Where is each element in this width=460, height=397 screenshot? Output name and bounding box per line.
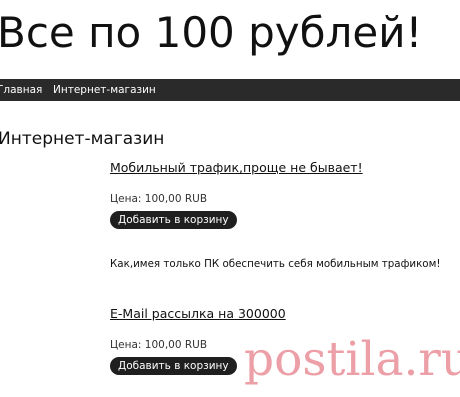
add-to-cart-button[interactable]: Добавить в корзину <box>110 357 237 375</box>
add-to-cart-button[interactable]: Добавить в корзину <box>110 211 237 229</box>
product-title-email-mailing[interactable]: E-Mail рассылка на 300000 <box>110 306 286 322</box>
site-title: Все по 100 рублей! <box>0 8 423 57</box>
nav-item-shop[interactable]: Интернет-магазин <box>53 79 156 101</box>
product-title-mobile-traffic[interactable]: Мобильный трафик,проще не бывает! <box>110 160 363 176</box>
page-title: Интернет-магазин <box>0 129 165 149</box>
product-price: Цена: 100,00 RUB <box>110 193 208 205</box>
postila-watermark: postila.ru <box>244 332 460 387</box>
product-description: Как,имея только ПК обеспечить себя мобил… <box>110 258 441 270</box>
product-price: Цена: 100,00 RUB <box>110 339 208 351</box>
main-navigation: Главная Интернет-магазин <box>0 79 460 101</box>
nav-item-home[interactable]: Главная <box>0 79 42 101</box>
